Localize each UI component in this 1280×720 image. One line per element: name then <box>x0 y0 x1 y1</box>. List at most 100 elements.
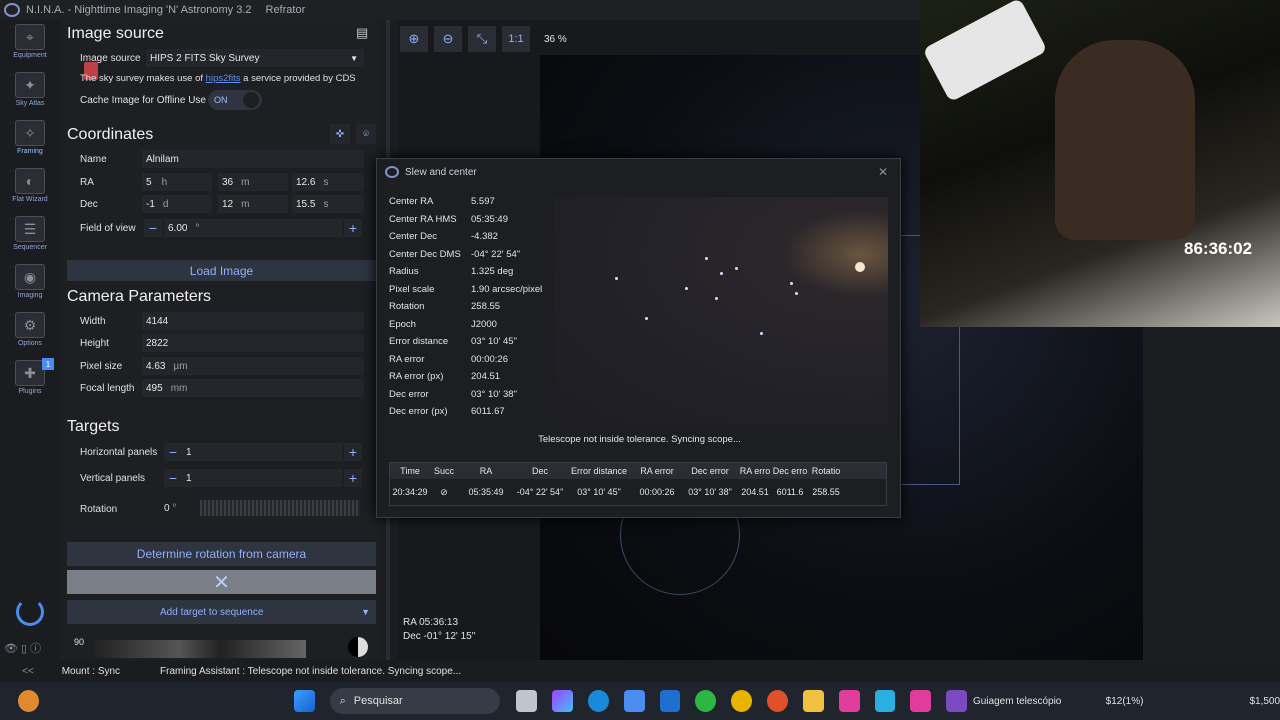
table-row[interactable]: 20:34:29 ⊘ 05:35:49 -04° 22' 54" 03° 10' 45"… <box>390 479 886 505</box>
pixel-size-field[interactable]: 4.63 µm <box>142 357 364 375</box>
close-icon[interactable]: ✕ <box>878 165 888 179</box>
table-cell: 258.55 <box>812 487 840 497</box>
dec-seconds-field[interactable]: 15.5 s <box>292 195 364 213</box>
solve-result-value: 1.90 arcsec/pixel <box>471 283 543 295</box>
windows-start-icon[interactable] <box>293 690 315 712</box>
dec-minutes-field[interactable]: 12 m <box>218 195 288 213</box>
rail-flat-wizard[interactable]: ◐ Flat Wizard <box>0 164 60 212</box>
opera-icon[interactable] <box>767 690 788 712</box>
folder-icon[interactable] <box>802 690 824 712</box>
telescope-icon: ⌖ <box>15 24 45 50</box>
contrast-icon[interactable] <box>348 637 368 657</box>
opacity-slider[interactable] <box>94 640 306 658</box>
ra-hours-field[interactable]: 5h <box>142 173 212 191</box>
fit-icon[interactable]: ⤡ <box>468 26 496 52</box>
rail-sky-atlas[interactable]: ✦ Sky Atlas <box>0 68 60 116</box>
ticker-value-2: $1,500 <box>1249 695 1280 707</box>
crosshair-icon[interactable]: ✜ <box>330 124 350 144</box>
targets-heading: Targets <box>67 418 120 435</box>
table-header-cell: RA error <box>640 466 674 476</box>
solve-result-row: Center Dec DMS -04° 22' 54" <box>389 246 554 264</box>
person-photo <box>1055 40 1195 240</box>
rail-plugins[interactable]: ✚ Plugins 1 <box>0 356 60 404</box>
rail-framing[interactable]: ✧ Framing <box>0 116 60 164</box>
table-header-cell: Dec erro <box>772 466 808 476</box>
zoom-out-icon[interactable]: ⊖ <box>434 26 462 52</box>
whatsapp-icon[interactable] <box>695 690 717 712</box>
hpanels-decrement-button[interactable]: − <box>164 443 182 461</box>
weather-icon[interactable] <box>18 690 39 712</box>
power-icon[interactable] <box>16 598 44 626</box>
app-icon[interactable] <box>659 690 681 712</box>
nav-rail: ⌖ Equipment ✦ Sky Atlas ✧ Framing ◐ Flat Wiz… <box>0 20 60 660</box>
rail-imaging[interactable]: ◉ Imaging <box>0 260 60 308</box>
cancel-icon[interactable]: ✕ <box>67 570 376 594</box>
zoom-in-icon[interactable]: ⊕ <box>400 26 428 52</box>
solve-result-row: RA error (px) 204.51 <box>389 368 554 386</box>
solve-result-key: Epoch <box>389 318 416 330</box>
solve-result-key: Center RA HMS <box>389 213 457 225</box>
success-icon: ⊘ <box>440 486 448 497</box>
plate-solve-image <box>555 197 888 425</box>
collapse-icon[interactable]: << <box>22 666 34 677</box>
rail-sequencer[interactable]: ☰ Sequencer <box>0 212 60 260</box>
app-pink2-icon[interactable] <box>910 690 932 712</box>
webcam-feed <box>920 0 1280 327</box>
table-header-cell: Dec error <box>691 466 729 476</box>
rail-options[interactable]: ⚙ Options <box>0 308 60 356</box>
add-target-button[interactable]: Add target to sequence ▼ <box>67 600 376 624</box>
chrome-icon[interactable] <box>731 690 753 712</box>
table-cell: 05:35:49 <box>468 487 504 497</box>
fov-decrement-button[interactable]: − <box>144 219 162 237</box>
framing-status: Framing Assistant : Telescope not inside… <box>160 665 462 677</box>
edge-icon[interactable] <box>588 690 609 712</box>
zoom-1to1-button[interactable]: 1:1 <box>502 26 530 52</box>
fov-field[interactable]: 6.00 ° <box>164 219 342 237</box>
ra-minutes-field[interactable]: 36 m <box>218 173 288 191</box>
rail-equipment[interactable]: ⌖ Equipment <box>0 20 60 68</box>
name-field[interactable]: Alnilam <box>142 150 364 168</box>
solve-result-row: Epoch J2000 <box>389 316 554 334</box>
obs-icon[interactable] <box>946 690 967 712</box>
focal-length-field[interactable]: 495 mm <box>142 379 364 397</box>
height-field[interactable]: 2822 <box>142 334 364 352</box>
location-pin-icon[interactable]: ⌾ <box>356 124 376 144</box>
fov-increment-button[interactable]: + <box>344 219 362 237</box>
map-toolbar: ⊕ ⊖ ⤡ 1:1 36 % <box>400 26 567 52</box>
solve-result-key: RA error (px) <box>389 371 444 383</box>
vpanels-field[interactable]: 1 <box>182 469 342 487</box>
focal-length-label: Focal length <box>80 383 135 394</box>
store-icon[interactable] <box>623 690 645 712</box>
solve-result-key: Pixel scale <box>389 283 435 295</box>
copilot-icon[interactable] <box>552 690 574 712</box>
rotation-slider[interactable] <box>200 500 360 516</box>
table-cell: 00:00:26 <box>639 487 675 497</box>
chevron-down-icon[interactable]: ▼ <box>361 607 370 617</box>
vpanels-decrement-button[interactable]: − <box>164 469 182 487</box>
dec-degrees-field[interactable]: -1 d <box>142 195 212 213</box>
solve-result-key: Center Dec <box>389 231 438 243</box>
app-blue-icon[interactable] <box>874 690 896 712</box>
hpanels-increment-button[interactable]: + <box>344 443 362 461</box>
hpanels-field[interactable]: 1 <box>182 443 342 461</box>
width-field[interactable]: 4144 <box>142 312 364 330</box>
solve-result-value: -04° 22' 54" <box>471 248 521 260</box>
solve-result-value: 03° 10' 38" <box>471 388 517 400</box>
taskbar-search[interactable]: ⌕ Pesquisar <box>329 688 501 714</box>
solve-result-row: Center RA 5.597 <box>389 193 554 211</box>
app-pink-icon[interactable] <box>838 690 860 712</box>
image-source-select[interactable]: HIPS 2 FITS Sky Survey ▼ <box>146 49 364 67</box>
active-window-title[interactable]: Guiagem telescópio <box>973 696 1066 707</box>
cache-toggle[interactable]: ON <box>208 90 262 110</box>
rotation-value[interactable]: 0 ° <box>164 503 176 514</box>
vpanels-increment-button[interactable]: + <box>344 469 362 487</box>
solve-result-key: Center RA <box>389 196 434 208</box>
determine-rotation-button[interactable]: Determine rotation from camera <box>67 542 376 566</box>
solve-result-value: 03° 10' 45" <box>471 336 517 348</box>
hips2fits-link[interactable]: hips2fits <box>206 73 241 84</box>
ra-seconds-field[interactable]: 12.6 s <box>292 173 364 191</box>
task-view-icon[interactable] <box>516 690 538 712</box>
book-icon[interactable]: ▤ <box>356 25 368 41</box>
load-image-button[interactable]: Load Image <box>67 260 376 281</box>
solve-result-value: 1.325 deg <box>471 266 514 278</box>
